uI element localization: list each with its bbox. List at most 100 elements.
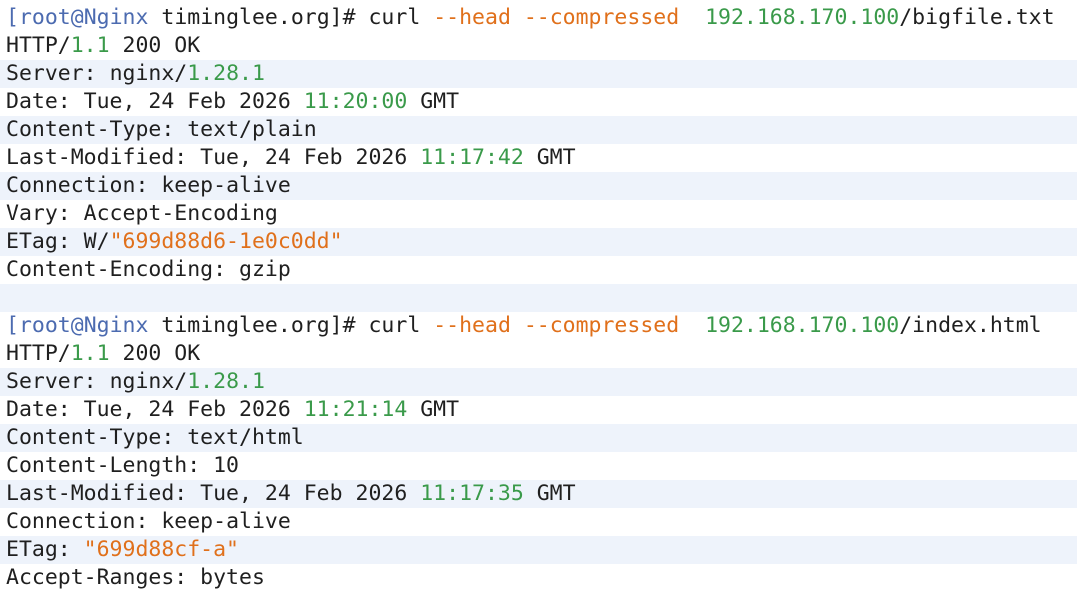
command: curl [355,5,434,30]
header-key: Connection [6,509,136,534]
prompt-close: ]# [329,5,356,30]
header-vary: Vary: Accept-Encoding [0,200,1077,228]
header-value: keep-alive [161,509,291,534]
command-sep [679,313,705,338]
terminal-output[interactable]: [root@Nginx timinglee.org]# curl --head … [0,4,1077,592]
date-post: GMT [407,397,460,422]
header-content-length: Content-Length: 10 [0,452,1077,480]
header-server: Server: nginx/1.28.1 [0,60,1077,88]
command-path: /bigfile.txt [899,5,1055,30]
header-colon: : [174,481,201,506]
date-post: GMT [407,89,460,114]
prompt-host: Nginx [83,313,149,338]
header-key: ETag [6,229,58,254]
header-colon: : [57,537,84,562]
header-connection: Connection: keep-alive [0,508,1077,536]
prompt-host: Nginx [83,5,149,30]
header-server: Server: nginx/1.28.1 [0,368,1077,396]
server-name: nginx/ [109,61,188,86]
header-etag: ETag: "699d88cf-a" [0,536,1077,564]
prompt-open: [ [6,313,19,338]
command-ip: 192.168.170.100 [705,313,900,338]
header-colon: : [135,173,162,198]
date-pre: Tue, 24 Feb 2026 [83,89,304,114]
prompt-line: [root@Nginx timinglee.org]# curl --head … [0,312,1077,340]
status-rest: 200 OK [109,33,201,58]
prompt-at: @ [70,5,84,30]
header-colon: : [161,117,188,142]
server-version: 1.28.1 [187,61,265,86]
header-value: 10 [213,453,239,478]
status-ver: 1.1 [70,33,110,58]
header-colon: : [174,145,201,170]
prompt-at: @ [70,313,84,338]
server-name: nginx/ [109,369,188,394]
header-value: text/plain [187,117,317,142]
prompt-line: [root@Nginx timinglee.org]# curl --head … [0,4,1077,32]
prompt-close: ]# [329,313,356,338]
date-time: 11:17:35 [420,481,524,506]
status-proto: HTTP/ [6,341,71,366]
header-key: Content-Type [6,425,162,450]
header-colon: : [57,397,84,422]
date-time: 11:20:00 [303,89,408,114]
header-last-modified: Last-Modified: Tue, 24 Feb 2026 11:17:42… [0,144,1077,172]
command-path: /index.html [899,313,1042,338]
header-colon: : [83,61,110,86]
header-colon: : [213,257,239,282]
etag-value: "699d88d6-1e0c0dd" [109,229,343,254]
header-accept-ranges: Accept-Ranges: bytes [0,564,1077,592]
command-ip: 192.168.170.100 [705,5,900,30]
header-key: Last-Modified [6,481,175,506]
header-key: Date [6,89,58,114]
date-post: GMT [523,145,576,170]
header-date: Date: Tue, 24 Feb 2026 11:20:00 GMT [0,88,1077,116]
header-colon: : [161,425,188,450]
header-value: Accept-Encoding [83,201,278,226]
header-value: keep-alive [161,173,291,198]
header-key: Content-Type [6,117,162,142]
command-flags: --head --compressed [433,313,680,338]
header-content-type: Content-Type: text/plain [0,116,1077,144]
header-value: text/html [187,425,304,450]
header-colon: : [83,369,110,394]
command-flags: --head --compressed [433,5,680,30]
status-line: HTTP/1.1 200 OK [0,32,1077,60]
header-key: Server [6,369,84,394]
status-ver: 1.1 [70,341,110,366]
header-content-type: Content-Type: text/html [0,424,1077,452]
etag-value: "699d88cf-a" [83,537,240,562]
header-date: Date: Tue, 24 Feb 2026 11:21:14 GMT [0,396,1077,424]
date-pre: Tue, 24 Feb 2026 [200,481,421,506]
header-colon: : [57,201,84,226]
header-colon: : [57,229,84,254]
header-content-encoding: Content-Encoding: gzip [0,256,1077,284]
prompt-user: root [18,313,71,338]
header-key: Content-Length [6,453,188,478]
header-last-modified: Last-Modified: Tue, 24 Feb 2026 11:17:35… [0,480,1077,508]
header-key: Last-Modified [6,145,175,170]
header-key: ETag [6,537,58,562]
header-colon: : [135,509,162,534]
date-pre: Tue, 24 Feb 2026 [200,145,421,170]
status-proto: HTTP/ [6,33,71,58]
header-value: gzip [239,257,291,282]
blank-line [0,284,1077,312]
header-key: Content-Encoding [6,257,214,282]
date-time: 11:21:14 [303,397,408,422]
header-key: Date [6,397,58,422]
prompt-dir: timinglee.org [161,313,330,338]
date-time: 11:17:42 [420,145,524,170]
status-line: HTTP/1.1 200 OK [0,340,1077,368]
date-pre: Tue, 24 Feb 2026 [83,397,304,422]
header-key: Vary [6,201,58,226]
prompt-open: [ [6,5,19,30]
prompt-user: root [18,5,71,30]
header-colon: : [174,565,201,590]
header-value: bytes [200,565,265,590]
prompt-dir: timinglee.org [161,5,330,30]
command: curl [355,313,434,338]
etag-prefix: W/ [83,229,110,254]
header-key: Server [6,61,84,86]
